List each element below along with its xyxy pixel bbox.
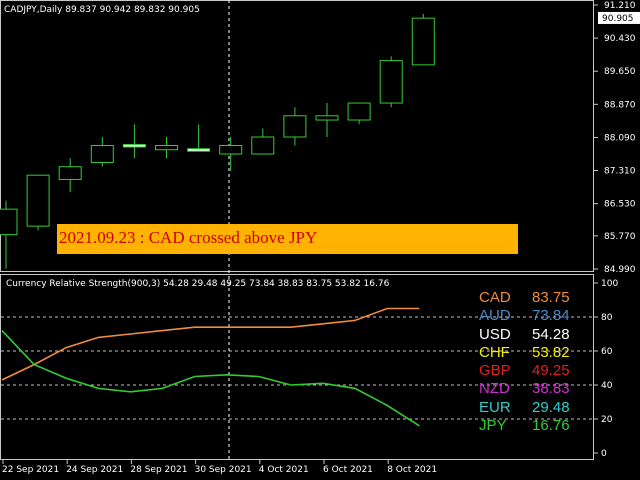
candle-body <box>219 144 243 155</box>
candle-body <box>315 115 339 121</box>
time-tick-label: 24 Sep 2021 <box>66 465 123 475</box>
candle-body <box>283 115 307 138</box>
legend-currency: AUD <box>479 307 511 325</box>
indicator-series-line <box>1 307 420 381</box>
legend-row-eur: EUR 29.48 <box>470 399 590 417</box>
price-tick-label: 84.990 <box>604 265 636 275</box>
time-tick-label: 6 Oct 2021 <box>323 465 373 475</box>
candle-body <box>155 144 178 151</box>
legend-row-nzd: NZD 38.83 <box>470 380 590 398</box>
cross-alert-banner: 2021.09.23 : CAD crossed above JPY <box>57 224 518 254</box>
price-axis: 91.210 90.430 89.650 88.870 88.090 87.310 86.5… <box>594 1 640 275</box>
candle-body <box>122 143 146 148</box>
legend-row-cad: CAD 83.75 <box>470 289 590 307</box>
price-tick-label: 88.870 <box>604 100 636 110</box>
candle-body <box>26 174 50 227</box>
legend-row-gbp: GBP 49.25 <box>470 362 590 380</box>
legend-currency: USD <box>479 325 511 343</box>
current-price-label: 90.905 <box>602 14 634 24</box>
cross-alert-text: 2021.09.23 : CAD crossed above JPY <box>59 228 318 247</box>
candle-body <box>347 102 371 121</box>
time-tick-label: 30 Sep 2021 <box>195 465 252 475</box>
legend-row-jpy: JPY 16.76 <box>470 417 590 435</box>
candle-body <box>58 166 82 180</box>
legend-value: 38.83 <box>532 380 570 398</box>
time-tick-label: 22 Sep 2021 <box>2 465 59 475</box>
indicator-series-line <box>1 330 420 427</box>
legend-row-chf: CHF 53.82 <box>470 344 590 362</box>
indicator-tick-label: 0 <box>601 449 607 459</box>
legend-value: 73.84 <box>532 307 570 325</box>
trading-chart-window: 91.210 90.430 89.650 88.870 88.090 87.310 86.5… <box>0 0 640 480</box>
indicator-series <box>1 307 420 427</box>
price-tick-label: 89.650 <box>604 67 636 77</box>
legend-currency: GBP <box>479 362 511 380</box>
price-tick-label: 86.530 <box>604 200 636 210</box>
time-axis: 22 Sep 2021 24 Sep 2021 28 Sep 2021 30 Sep … <box>2 460 437 475</box>
indicator-tick-label: 60 <box>601 347 613 357</box>
indicator-tick-label: 40 <box>601 381 613 391</box>
currency-strength-legend: CAD 83.75 AUD 73.84 USD 54.28 CHF 53.82 GBP 49.25… <box>470 289 590 435</box>
candle-body <box>0 208 18 236</box>
indicator-tick-label: 80 <box>601 313 613 323</box>
legend-currency: EUR <box>479 398 511 416</box>
legend-value: 83.75 <box>532 289 570 306</box>
legend-value: 53.82 <box>532 343 570 361</box>
legend-currency: CHF <box>479 343 510 361</box>
price-tick-label: 91.210 <box>604 1 636 11</box>
legend-value: 49.25 <box>532 362 570 380</box>
indicator-header: Currency Relative Strength(900,3) 54.28 … <box>6 279 390 289</box>
time-tick-label: 28 Sep 2021 <box>130 465 187 475</box>
indicator-tick-label: 20 <box>601 415 613 425</box>
candle-body <box>251 136 275 155</box>
price-tick-label: 90.430 <box>604 34 636 44</box>
legend-currency: JPY <box>479 417 507 435</box>
indicator-axis: 100 80 60 40 20 0 <box>594 279 618 459</box>
legend-row-aud: AUD 73.84 <box>470 307 590 325</box>
legend-row-usd: USD 54.28 <box>470 326 590 344</box>
legend-value: 16.76 <box>532 417 570 435</box>
legend-value: 54.28 <box>532 325 570 343</box>
main-chart-header: CADJPY,Daily 89.837 90.942 89.832 90.905 <box>4 5 200 15</box>
legend-currency: NZD <box>479 380 510 398</box>
price-tick-label: 87.310 <box>604 167 636 177</box>
candle-body <box>379 60 403 104</box>
time-tick-label: 4 Oct 2021 <box>259 465 309 475</box>
legend-value: 29.48 <box>532 398 570 416</box>
candle-body <box>411 17 435 66</box>
price-tick-label: 88.090 <box>604 133 636 143</box>
candle-body <box>187 148 211 152</box>
legend-currency: CAD <box>479 289 511 306</box>
candle-body <box>90 144 114 163</box>
time-tick-label: 8 Oct 2021 <box>387 465 437 475</box>
indicator-tick-label: 100 <box>601 279 618 289</box>
price-tick-label: 85.770 <box>604 232 636 242</box>
